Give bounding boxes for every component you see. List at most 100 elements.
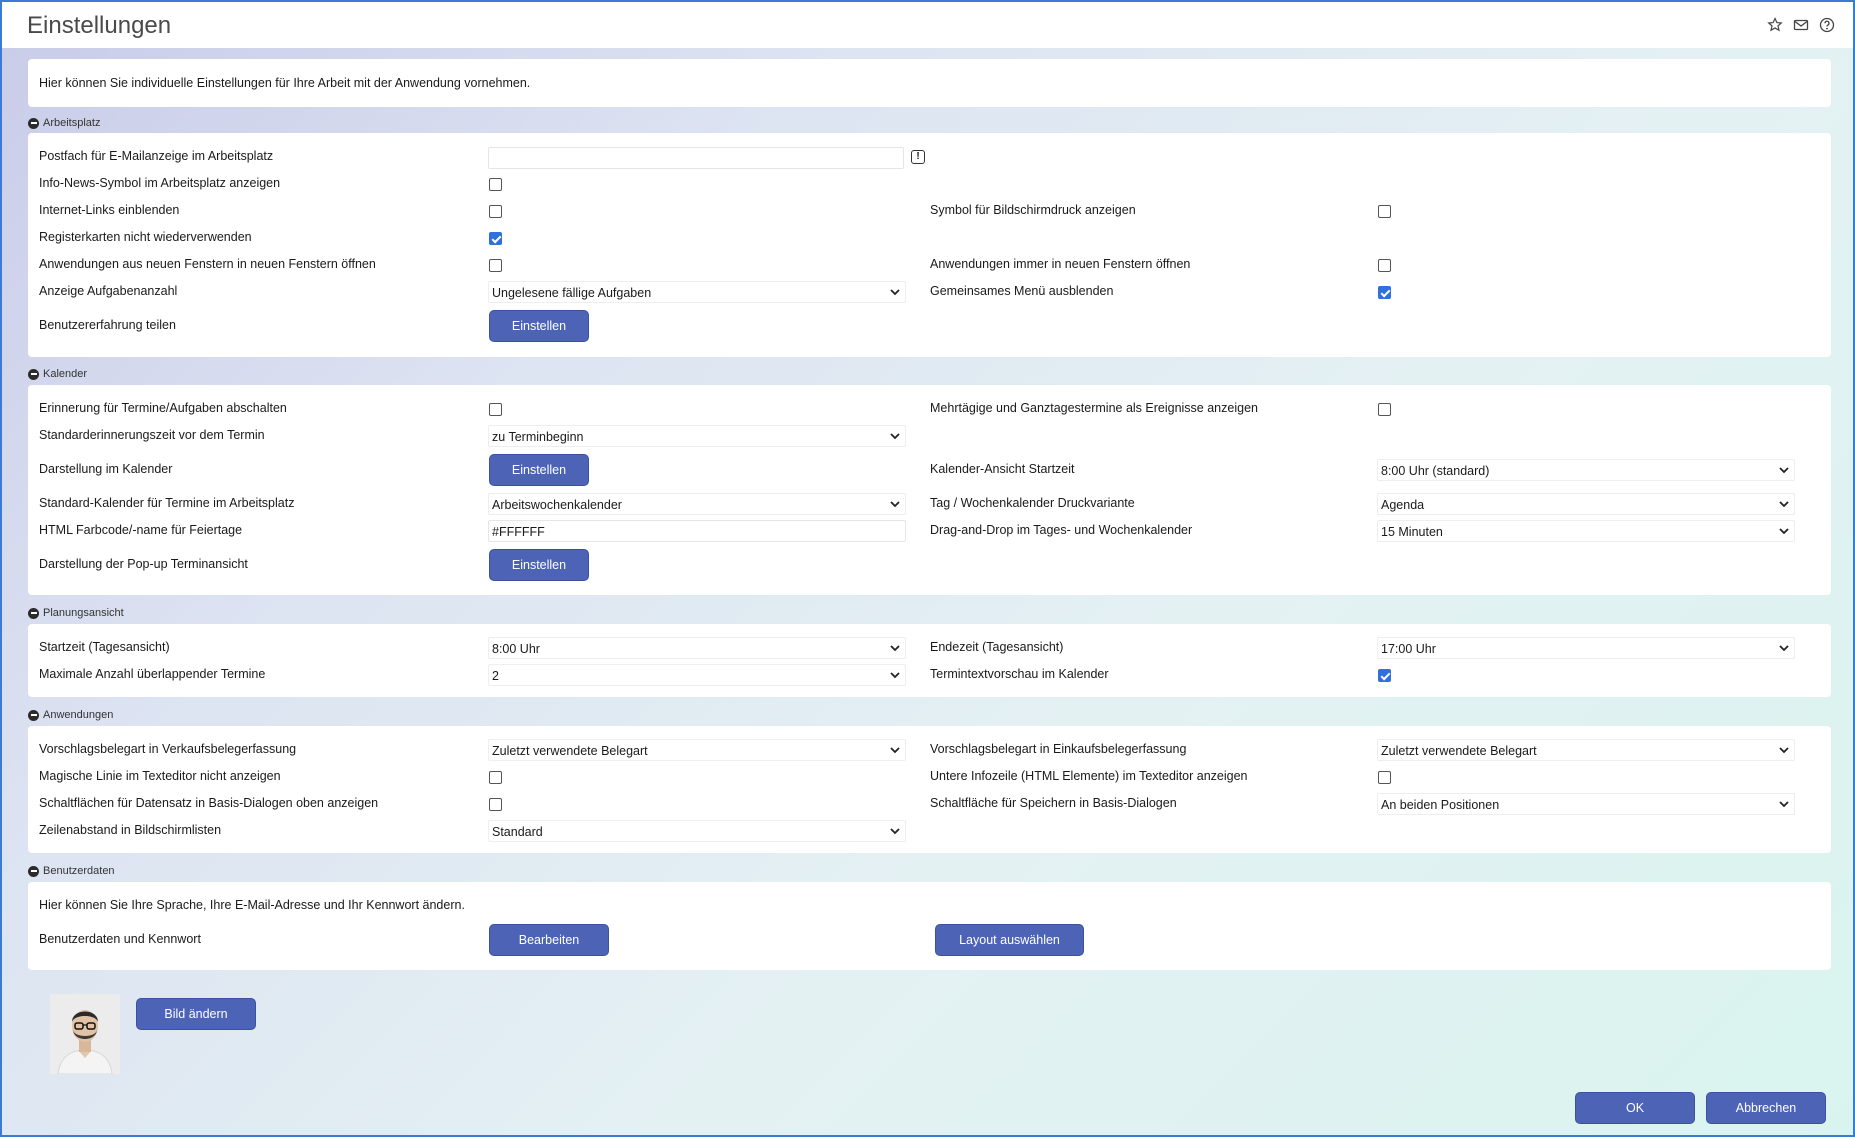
section-header-arbeitsplatz[interactable]: Arbeitsplatz <box>28 115 100 131</box>
postfach-input[interactable] <box>488 147 904 169</box>
chevron-down-icon <box>1778 642 1790 654</box>
startzeit-select[interactable]: 8:00 Uhr (standard) <box>1377 459 1795 481</box>
popup-label: Darstellung der Pop-up Terminansicht <box>39 557 248 571</box>
section-header-benutzerdaten[interactable]: Benutzerdaten <box>28 863 115 879</box>
settings-window: Einstellungen Hier können Sie individuel… <box>0 0 1855 1137</box>
ok-button[interactable]: OK <box>1575 1092 1695 1124</box>
endezeit-select[interactable]: 17:00 Uhr <box>1377 637 1795 659</box>
chevron-down-icon <box>889 744 901 756</box>
internetlinks-checkbox[interactable] <box>489 205 502 218</box>
help-icon[interactable] <box>1818 16 1835 33</box>
standardkalender-select[interactable]: Arbeitswochenkalender <box>488 493 906 515</box>
chevron-down-icon <box>889 669 901 681</box>
erinnerung-checkbox[interactable] <box>489 403 502 416</box>
section-title: Planungsansicht <box>43 607 124 619</box>
info-icon[interactable]: ! <box>911 150 925 164</box>
chevron-down-icon <box>1778 464 1790 476</box>
zeilenabstand-select[interactable]: Standard <box>488 820 906 842</box>
farbcode-input[interactable]: #FFFFFF <box>488 520 906 542</box>
planungsansicht-card: Startzeit (Tagesansicht) 8:00 Uhr Endeze… <box>28 624 1831 697</box>
section-title: Arbeitsplatz <box>43 117 101 129</box>
mehrtaegig-checkbox[interactable] <box>1378 403 1391 416</box>
erfahrung-label: Benutzererfahrung teilen <box>39 318 176 332</box>
magisch-checkbox[interactable] <box>489 771 502 784</box>
popup-einstellen-button[interactable]: Einstellen <box>489 549 589 581</box>
chevron-down-icon <box>889 430 901 442</box>
avatar <box>50 994 120 1074</box>
intro-text: Hier können Sie individuelle Einstellung… <box>39 76 531 90</box>
layout-auswaehlen-button[interactable]: Layout auswählen <box>935 924 1084 956</box>
chevron-down-icon <box>1778 798 1790 810</box>
darstellung-einstellen-button[interactable]: Einstellen <box>489 454 589 486</box>
mail-icon[interactable] <box>1792 16 1809 33</box>
neuefenster-checkbox[interactable] <box>489 259 502 272</box>
kalender-card: Erinnerung für Termine/Aufgaben abschalt… <box>28 385 1831 595</box>
druckvariante-label: Tag / Wochenkalender Druckvariante <box>930 496 1135 510</box>
registerkarten-checkbox[interactable] <box>489 232 502 245</box>
dragdrop-label: Drag-and-Drop im Tages- und Wochenkalend… <box>930 523 1193 537</box>
minus-circle-icon[interactable] <box>28 368 39 380</box>
benutzer-label: Benutzerdaten und Kennwort <box>39 932 201 946</box>
minus-circle-icon[interactable] <box>28 865 39 877</box>
verkauf-label: Vorschlagsbelegart in Verkaufsbelegerfas… <box>39 742 297 756</box>
section-header-planungsansicht[interactable]: Planungsansicht <box>28 605 124 621</box>
cancel-button[interactable]: Abbrechen <box>1706 1092 1826 1124</box>
title-bar: Einstellungen <box>2 2 1853 48</box>
chevron-down-icon <box>889 642 901 654</box>
benutzerdaten-card: Hier können Sie Ihre Sprache, Ihre E-Mai… <box>28 882 1831 970</box>
standardkalender-label: Standard-Kalender für Termine im Arbeits… <box>39 496 295 510</box>
schaltflaechen-label: Schaltflächen für Datensatz in Basis-Dia… <box>39 796 379 810</box>
mehrtaegig-label: Mehrtägige und Ganztagestermine als Erei… <box>930 401 1258 415</box>
immerneu-checkbox[interactable] <box>1378 259 1391 272</box>
infozeile-checkbox[interactable] <box>1378 771 1391 784</box>
infonews-label: Info-News-Symbol im Arbeitsplatz anzeige… <box>39 176 281 190</box>
infonews-checkbox[interactable] <box>489 178 502 191</box>
einkauf-select[interactable]: Zuletzt verwendete Belegart <box>1377 739 1795 761</box>
bildschirmdruck-label: Symbol für Bildschirmdruck anzeigen <box>930 203 1136 217</box>
farbcode-label: HTML Farbcode/-name für Feiertage <box>39 523 243 537</box>
druckvariante-select[interactable]: Agenda <box>1377 493 1795 515</box>
einkauf-label: Vorschlagsbelegart in Einkaufsbelegerfas… <box>930 742 1187 756</box>
chevron-down-icon <box>1778 744 1790 756</box>
darstellung-label: Darstellung im Kalender <box>39 462 173 476</box>
bildschirmdruck-checkbox[interactable] <box>1378 205 1391 218</box>
section-title: Anwendungen <box>43 709 114 721</box>
chevron-down-icon <box>889 286 901 298</box>
minus-circle-icon[interactable] <box>28 117 39 129</box>
dragdrop-select[interactable]: 15 Minuten <box>1377 520 1795 542</box>
page-title: Einstellungen <box>27 12 172 39</box>
section-title: Kalender <box>43 368 88 380</box>
plan-startzeit-select[interactable]: 8:00 Uhr <box>488 637 906 659</box>
endezeit-label: Endezeit (Tagesansicht) <box>930 640 1064 654</box>
erinnerung-label: Erinnerung für Termine/Aufgaben abschalt… <box>39 401 287 415</box>
schaltflaechen-checkbox[interactable] <box>489 798 502 811</box>
textvorschau-checkbox[interactable] <box>1378 669 1391 682</box>
arbeitsplatz-card: Postfach für E-Mailanzeige im Arbeitspla… <box>28 133 1831 357</box>
postfach-label: Postfach für E-Mailanzeige im Arbeitspla… <box>39 149 274 163</box>
anwendungen-card: Vorschlagsbelegart in Verkaufsbelegerfas… <box>28 726 1831 853</box>
internetlinks-label: Internet-Links einblenden <box>39 203 180 217</box>
speichern-label: Schaltfläche für Speichern in Basis-Dial… <box>930 796 1177 810</box>
menu-label: Gemeinsames Menü ausblenden <box>930 284 1114 298</box>
minus-circle-icon[interactable] <box>28 607 39 619</box>
maxanzahl-select[interactable]: 2 <box>488 664 906 686</box>
aufgabenanzahl-select[interactable]: Ungelesene fällige Aufgaben <box>488 281 906 303</box>
bearbeiten-button[interactable]: Bearbeiten <box>489 924 609 956</box>
star-icon[interactable] <box>1766 16 1783 33</box>
verkauf-select[interactable]: Zuletzt verwendete Belegart <box>488 739 906 761</box>
erfahrung-einstellen-button[interactable]: Einstellen <box>489 310 589 342</box>
section-title: Benutzerdaten <box>43 865 115 877</box>
speichern-select[interactable]: An beiden Positionen <box>1377 793 1795 815</box>
minus-circle-icon[interactable] <box>28 709 39 721</box>
section-header-kalender[interactable]: Kalender <box>28 366 87 382</box>
chevron-down-icon <box>889 825 901 837</box>
intro-card: Hier können Sie individuelle Einstellung… <box>28 59 1831 107</box>
bild-aendern-button[interactable]: Bild ändern <box>136 998 256 1030</box>
section-header-anwendungen[interactable]: Anwendungen <box>28 707 113 723</box>
standarderinnerung-select[interactable]: zu Terminbeginn <box>488 425 906 447</box>
chevron-down-icon <box>1778 498 1790 510</box>
infozeile-label: Untere Infozeile (HTML Elemente) im Text… <box>930 769 1248 783</box>
menu-checkbox[interactable] <box>1378 286 1391 299</box>
title-icons <box>1766 16 1835 33</box>
standarderinnerung-label: Standarderinnerungszeit vor dem Termin <box>39 428 265 442</box>
